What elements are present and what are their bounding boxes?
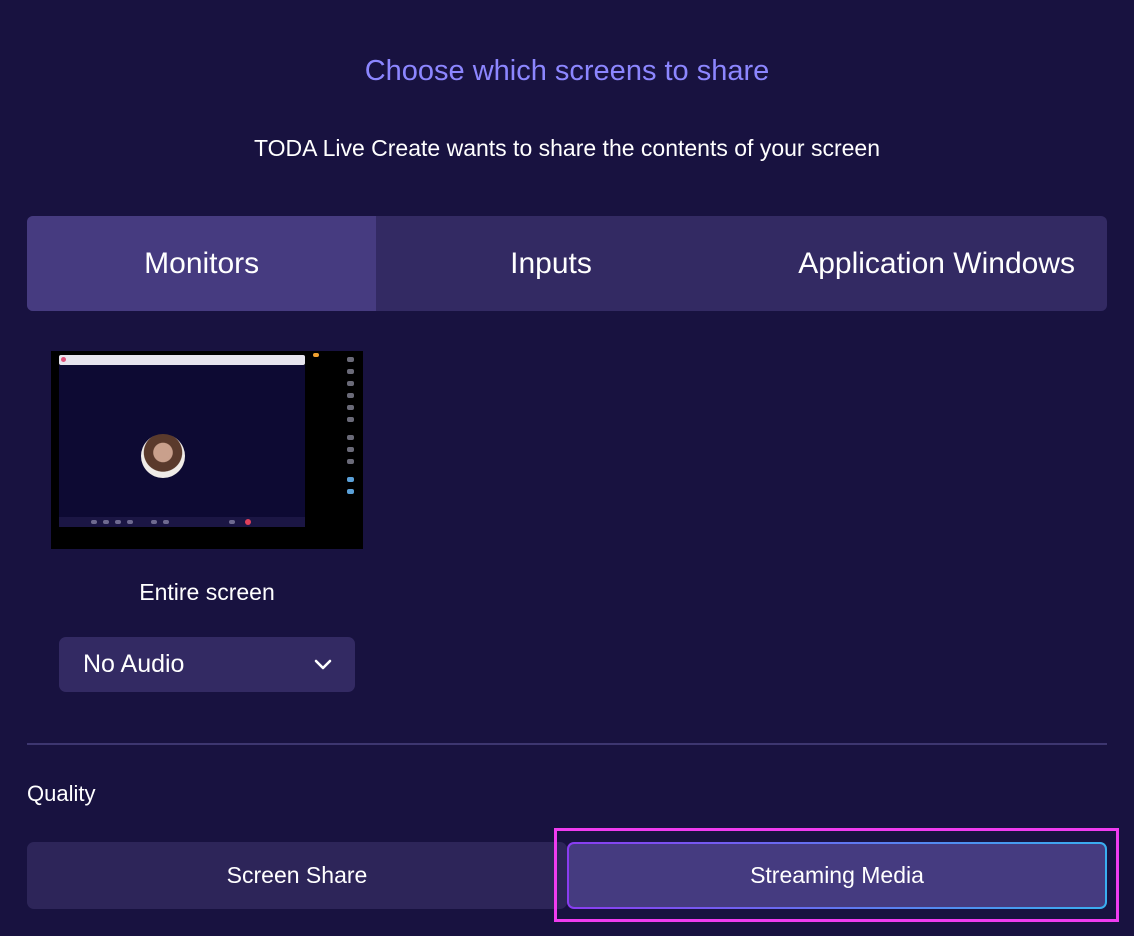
thumbnail-sidebar-icon (347, 489, 354, 494)
thumbnail-sidebar-icon (347, 369, 354, 374)
thumbnail-sidebar-icon (347, 447, 354, 452)
tab-monitors[interactable]: Monitors (27, 216, 377, 311)
dialog-subtitle: TODA Live Create wants to share the cont… (253, 135, 880, 161)
thumbnail-sidebar-icon (347, 417, 354, 422)
thumbnail-call-window (59, 365, 305, 527)
chevron-down-icon (314, 659, 332, 670)
thumbnail-sidebar-icon (347, 393, 354, 398)
audio-dropdown[interactable]: No Audio (59, 637, 355, 692)
thumbnail-control-icon (115, 520, 121, 524)
thumbnail-control-icon (103, 520, 109, 524)
dialog-title: Choose which screens to share (364, 55, 770, 87)
thumbnail-notification-dot (313, 353, 319, 357)
share-screen-dialog: Choose which screens to share TODA Live … (0, 0, 1134, 936)
audio-dropdown-value: No Audio (83, 650, 185, 678)
thumbnail-end-call-icon (245, 519, 251, 525)
thumbnail-sidebar-icon (347, 459, 354, 464)
thumbnail-control-icon (229, 520, 235, 524)
thumbnail-control-icon (127, 520, 133, 524)
tab-inputs[interactable]: Inputs (376, 216, 725, 311)
tab-application-windows[interactable]: Application Windows (726, 216, 1107, 311)
thumbnail-avatar (141, 434, 185, 478)
thumbnail-control-icon (163, 520, 169, 524)
source-tabs: Monitors Inputs Application Windows (27, 216, 1107, 311)
thumbnail-sidebar-icon (347, 477, 354, 482)
thumbnail-sidebar-icon (347, 435, 354, 440)
quality-label: Quality (27, 781, 96, 806)
section-divider (27, 743, 1107, 745)
thumbnail-sidebar-icon (347, 357, 354, 362)
streaming-media-quality-button[interactable]: Streaming Media (567, 842, 1107, 909)
screen-share-quality-button[interactable]: Screen Share (27, 842, 567, 909)
thumbnail-control-icon (91, 520, 97, 524)
thumbnail-sidebar-icon (347, 381, 354, 386)
thumbnail-title-bar (59, 355, 305, 365)
thumbnail-record-dot (61, 357, 66, 362)
thumbnail-sidebar-icon (347, 405, 354, 410)
thumbnail-control-icon (151, 520, 157, 524)
entire-screen-thumbnail[interactable] (51, 351, 363, 549)
entire-screen-label: Entire screen (139, 579, 275, 605)
